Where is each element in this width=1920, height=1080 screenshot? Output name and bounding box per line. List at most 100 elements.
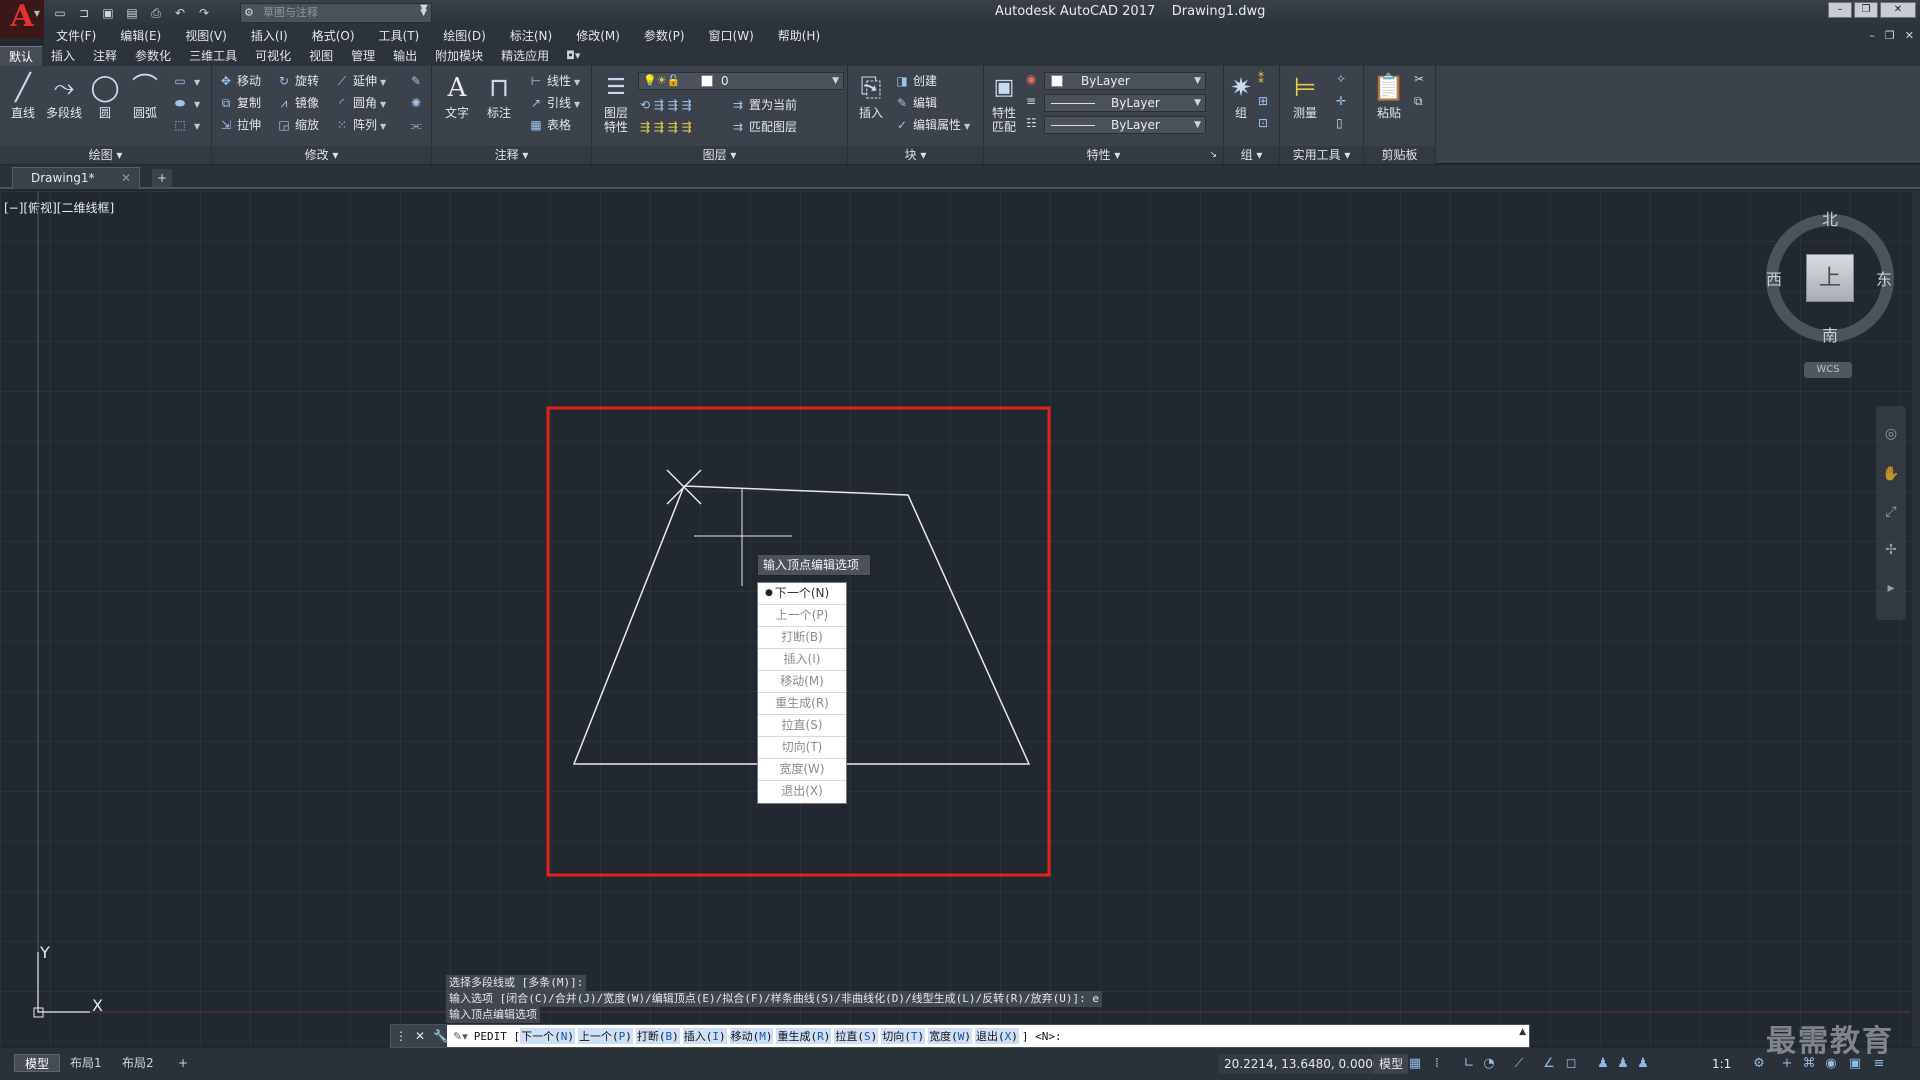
minimize-button[interactable]: – xyxy=(1828,2,1852,18)
edit-block-button[interactable]: ✎ 编辑 xyxy=(894,92,937,114)
showmotion-icon[interactable]: ▸ xyxy=(1881,578,1901,598)
polyline-button[interactable]: ⤳ 多段线 xyxy=(42,70,86,120)
viewport-controls-label[interactable]: [−][俯视][二维线框] xyxy=(4,199,114,216)
compass-west[interactable]: 西 xyxy=(1766,266,1782,290)
grid-icon[interactable]: ▦ xyxy=(1406,1054,1424,1074)
panel-groups-title[interactable]: 组 ▾ xyxy=(1224,146,1279,164)
quick-select-icon[interactable]: ✧ xyxy=(1336,72,1346,86)
option-tangent[interactable]: 切向(T) xyxy=(758,737,846,759)
calculator-icon[interactable]: ▯ xyxy=(1336,116,1343,130)
menu-edit[interactable]: 编辑(E) xyxy=(108,26,173,46)
ribbon-minimize-icon[interactable]: ◘▾ xyxy=(558,46,588,66)
compass-north[interactable]: 北 xyxy=(1822,206,1838,230)
option-move[interactable]: 移动(M) xyxy=(758,671,846,693)
tab-manage[interactable]: 管理 xyxy=(342,46,384,66)
menu-parametric[interactable]: 参数(P) xyxy=(632,26,697,46)
table-button[interactable]: ▦ 表格 xyxy=(528,114,571,136)
panel-draw-title[interactable]: 绘图 ▾ xyxy=(0,146,211,164)
steering-wheel-icon[interactable]: ◎ xyxy=(1881,424,1901,444)
group-select-icon[interactable]: ⊡ xyxy=(1258,116,1268,130)
add-layout-button[interactable]: + xyxy=(168,1054,198,1072)
customize-wrench-icon[interactable]: 🔧 xyxy=(433,1029,448,1043)
maximize-button[interactable]: ❐ xyxy=(1854,2,1878,18)
close-button[interactable]: ✕ xyxy=(1880,2,1916,18)
option-exit[interactable]: 退出(X) xyxy=(758,781,846,803)
insert-block-button[interactable]: ⎘ 插入 xyxy=(850,70,892,120)
cmd-option-next[interactable]: 下一个(N) xyxy=(520,1028,575,1044)
option-straighten[interactable]: 拉直(S) xyxy=(758,715,846,737)
layer-properties-button[interactable]: ☰ 图层 特性 xyxy=(596,70,636,134)
stretch-button[interactable]: ⇲ 拉伸 xyxy=(218,114,261,136)
menu-insert[interactable]: 插入(I) xyxy=(239,26,300,46)
cmd-option-exit[interactable]: 退出(X) xyxy=(974,1028,1019,1044)
panel-properties-title[interactable]: 特性 ▾ ↘ xyxy=(984,146,1223,164)
layer-tools-row-1[interactable]: ⟲ ⇶ ⇶ ⇶ xyxy=(640,94,692,116)
application-menu-button[interactable]: A ▼ xyxy=(0,0,44,38)
measure-button[interactable]: ⊨ 测量 xyxy=(1284,70,1326,120)
cmd-option-tangent[interactable]: 切向(T) xyxy=(881,1028,926,1044)
tab-featured-apps[interactable]: 精选应用 xyxy=(492,46,558,66)
annotation-scale-value[interactable]: 1:1 xyxy=(1712,1054,1731,1074)
orbit-icon[interactable]: ✢ xyxy=(1881,540,1901,560)
tab-view[interactable]: 视图 xyxy=(300,46,342,66)
copy-button[interactable]: ⧉ 复制 xyxy=(218,92,261,114)
workspace-select[interactable]: ⚙ 草图与注释 ▼ xyxy=(240,3,432,23)
edit-attributes-button[interactable]: ✓ 编辑属性 ▼ xyxy=(894,114,970,136)
hatch-button[interactable]: ⬬ ▼ xyxy=(172,92,200,114)
cmd-option-break[interactable]: 打断(B) xyxy=(635,1028,680,1044)
explode-button[interactable]: ✺ xyxy=(408,92,427,114)
tab-default[interactable]: 默认 xyxy=(0,46,43,66)
object-snap-icon[interactable]: ◻ xyxy=(1562,1054,1580,1074)
cmd-option-previous[interactable]: 上一个(P) xyxy=(577,1028,633,1044)
new-file-icon[interactable]: ▭ xyxy=(50,3,70,23)
grip-handle-icon[interactable]: ⋮ xyxy=(395,1029,407,1043)
undo-icon[interactable]: ↶ xyxy=(170,3,190,23)
cut-icon[interactable]: ✂ xyxy=(1414,72,1424,86)
leader-button[interactable]: ↗ 引线 ▼ xyxy=(528,92,580,114)
array-button[interactable]: ⁙ 阵列 ▼ xyxy=(334,114,386,136)
line-button[interactable]: ╱ 直线 xyxy=(2,70,44,120)
menu-tools[interactable]: 工具(T) xyxy=(367,26,432,46)
panel-block-title[interactable]: 块 ▾ xyxy=(848,146,983,164)
tab-parametric[interactable]: 参数化 xyxy=(126,46,180,66)
ortho-icon[interactable]: ∟ xyxy=(1460,1054,1478,1074)
annotation-visibility-icon[interactable]: ♟ xyxy=(1594,1054,1612,1074)
make-current-button[interactable]: ⇉ 置为当前 xyxy=(730,94,797,116)
option-previous[interactable]: 上一个(P) xyxy=(758,605,846,627)
menu-help[interactable]: 帮助(H) xyxy=(766,26,832,46)
text-button[interactable]: A 文字 xyxy=(436,70,478,120)
view-cube-top-face[interactable]: 上 xyxy=(1806,254,1854,302)
cmd-option-width[interactable]: 宽度(W) xyxy=(928,1028,972,1044)
qat-customize-icon[interactable]: ▼ xyxy=(420,3,428,14)
doc-minimize-button[interactable]: – xyxy=(1869,26,1875,46)
group-button[interactable]: ✷ 组 xyxy=(1226,70,1256,120)
polar-icon[interactable]: ◔ xyxy=(1480,1054,1498,1074)
menu-dimension[interactable]: 标注(N) xyxy=(498,26,564,46)
panel-modify-title[interactable]: 修改 ▾ xyxy=(212,146,431,164)
print-icon[interactable]: ⎙ xyxy=(146,3,166,23)
tab-visualize[interactable]: 可视化 xyxy=(246,46,300,66)
match-properties-button[interactable]: ▣ 特性 匹配 xyxy=(984,70,1024,134)
open-file-icon[interactable]: ⊐ xyxy=(74,3,94,23)
menu-modify[interactable]: 修改(M) xyxy=(564,26,632,46)
circle-button[interactable]: ◯ 圆 xyxy=(84,70,126,120)
tab-output[interactable]: 输出 xyxy=(384,46,426,66)
dimension-button[interactable]: ⊓ 标注 xyxy=(478,70,520,120)
wcs-menu-button[interactable]: WCS xyxy=(1804,362,1852,378)
panel-annotation-title[interactable]: 注释 ▾ xyxy=(432,146,591,164)
menu-draw[interactable]: 绘图(D) xyxy=(431,26,498,46)
menu-window[interactable]: 窗口(W) xyxy=(697,26,766,46)
pan-icon[interactable]: ✋ xyxy=(1881,464,1901,484)
erase-button[interactable]: ✎ xyxy=(408,70,427,92)
annotation-scale-icon[interactable]: ♟ xyxy=(1634,1054,1652,1074)
color-select[interactable]: ByLayer ▼ xyxy=(1044,72,1206,90)
cmd-option-insert[interactable]: 插入(I) xyxy=(682,1028,727,1044)
vertical-scrollbar[interactable] xyxy=(1912,191,1920,1047)
option-regen[interactable]: 重生成(R) xyxy=(758,693,846,715)
chevron-up-icon[interactable]: ▲ xyxy=(1519,1027,1526,1037)
dialog-launcher-icon[interactable]: ↘ xyxy=(1209,146,1217,164)
redo-icon[interactable]: ↷ xyxy=(194,3,214,23)
tab-layout2[interactable]: 布局2 xyxy=(112,1054,164,1072)
tab-3d-tools[interactable]: 三维工具 xyxy=(180,46,246,66)
tab-annotate[interactable]: 注释 xyxy=(84,46,126,66)
